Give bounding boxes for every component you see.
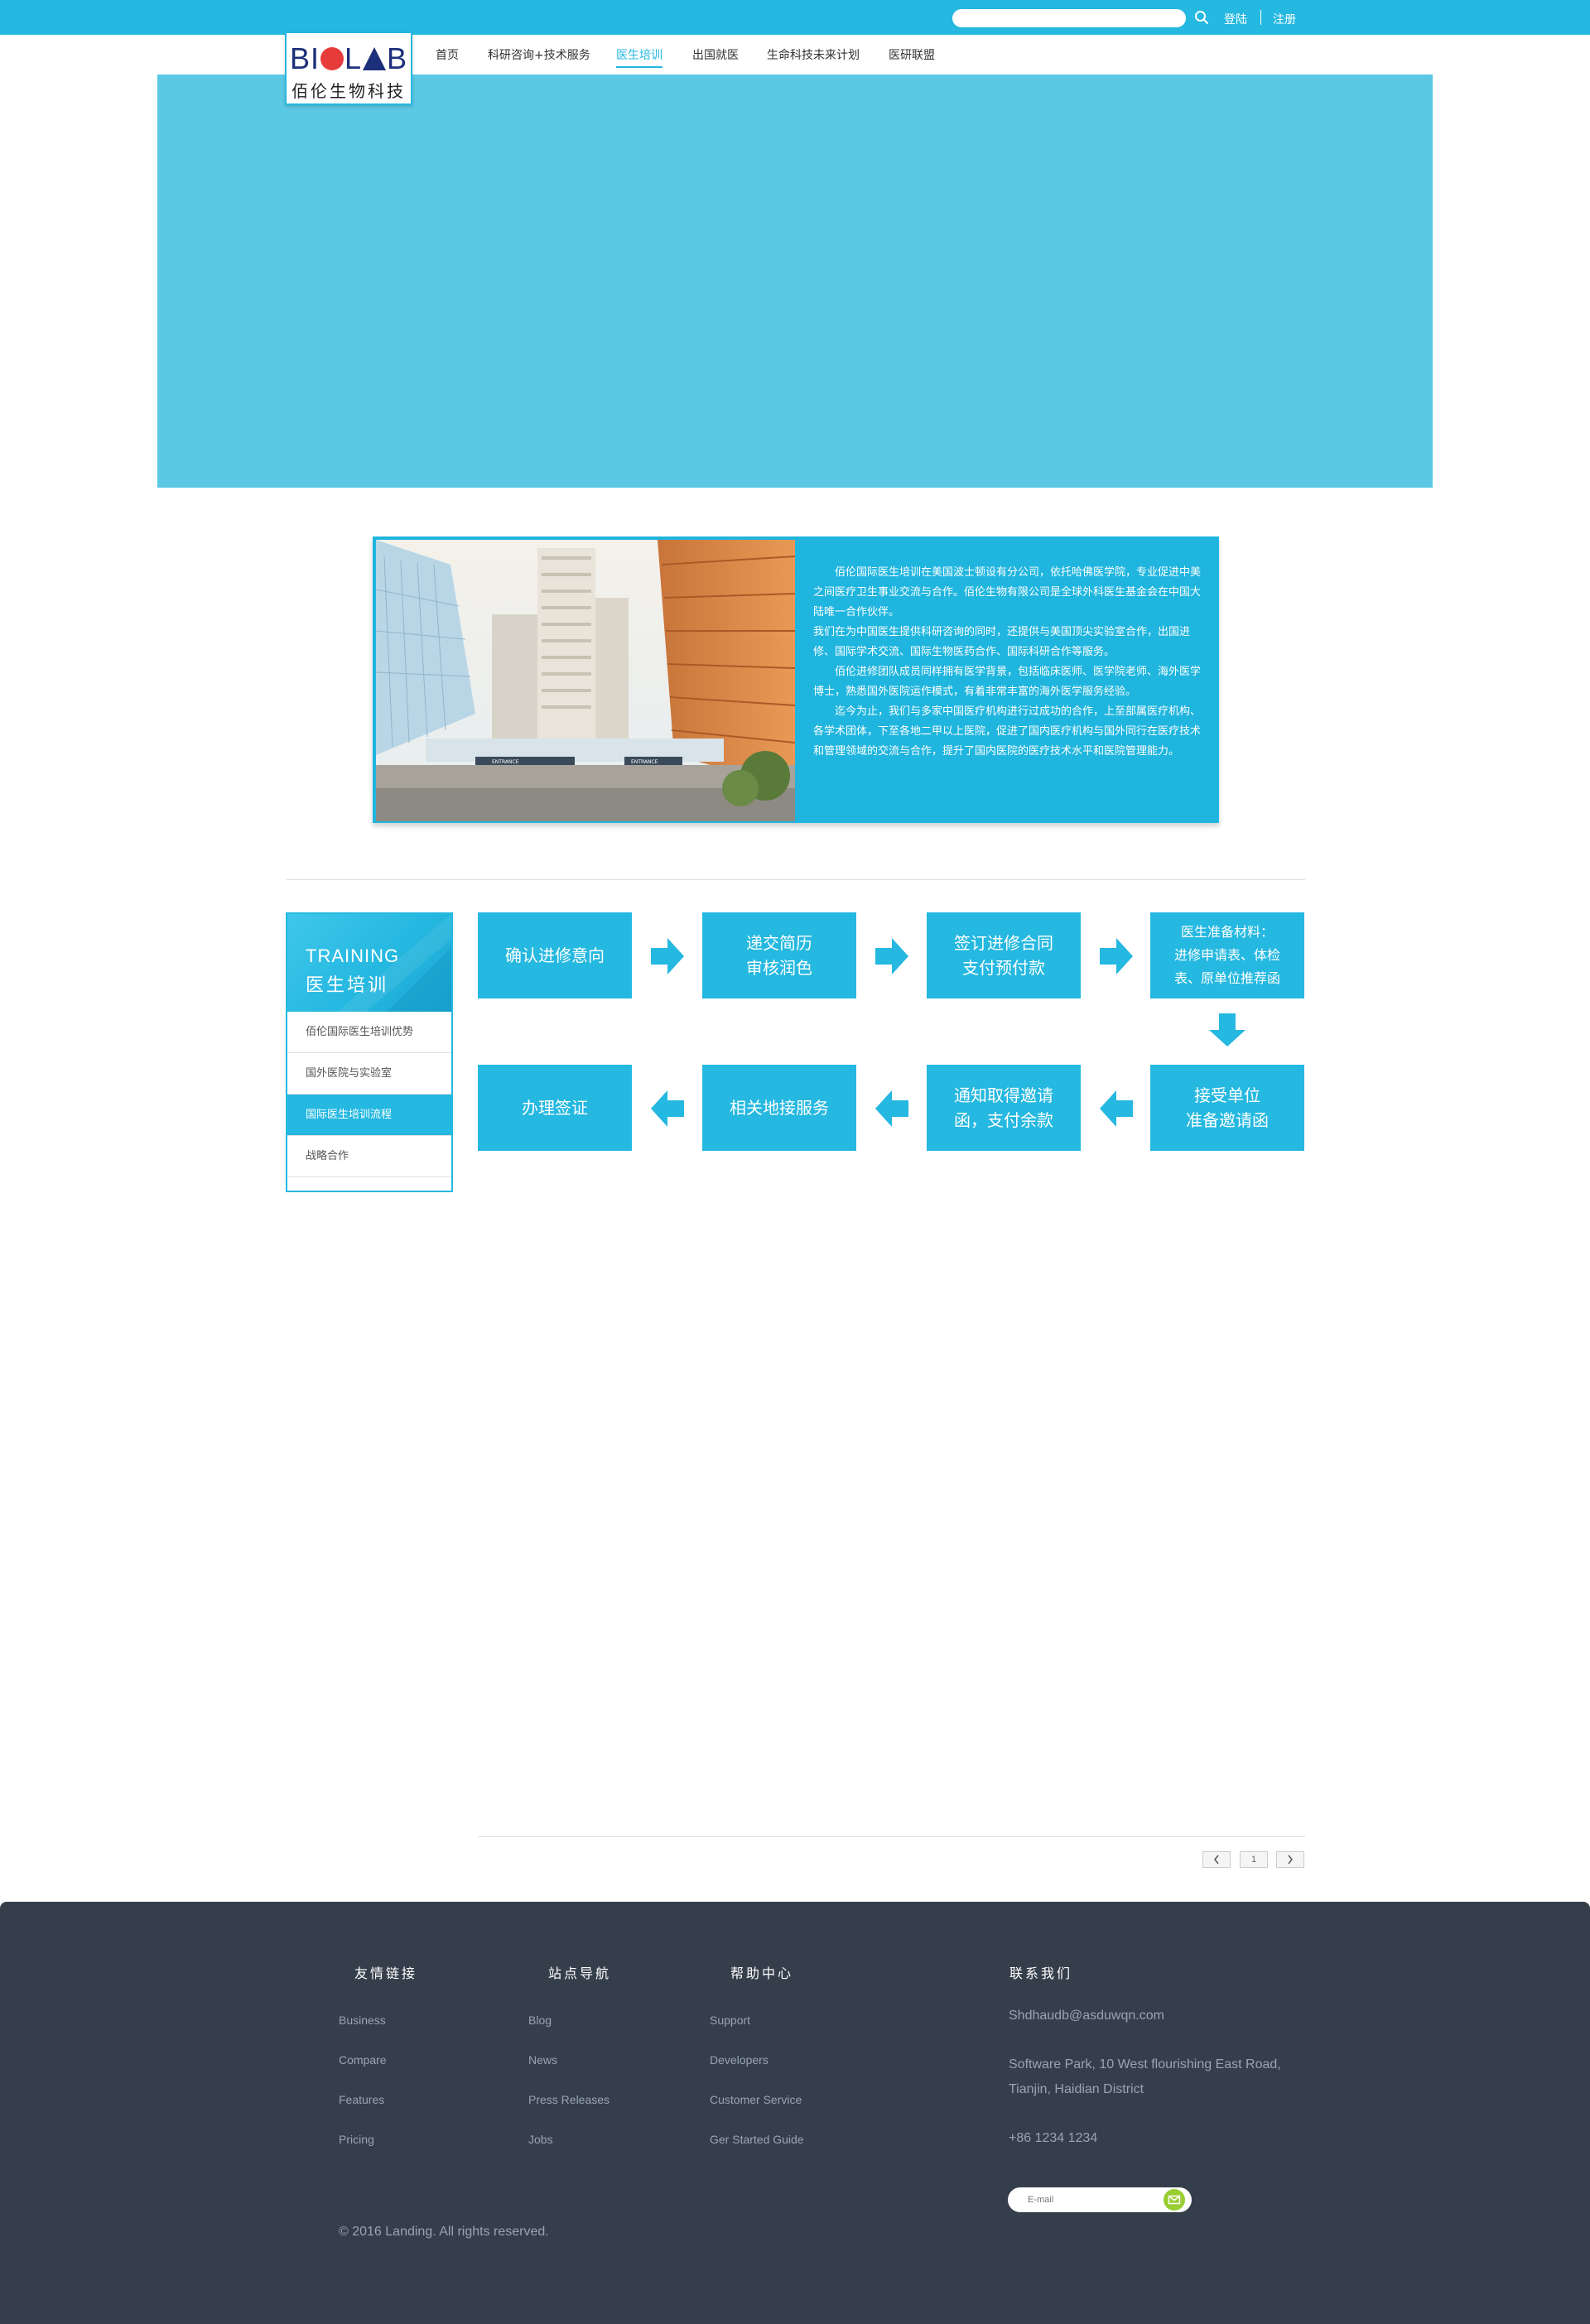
- arrow-right-icon: [651, 938, 684, 974]
- logo[interactable]: BI L B 佰伦生物科技: [285, 31, 412, 105]
- flow-step-6: 通知取得邀请 函，支付余款: [927, 1065, 1081, 1151]
- flow-step-2-line-1: 递交简历: [746, 933, 812, 953]
- footer-link-features[interactable]: Features: [339, 2093, 384, 2106]
- footer-link-press-releases[interactable]: Press Releases: [528, 2093, 610, 2106]
- register-link[interactable]: 注册: [1273, 11, 1296, 27]
- footer-contact-title: 联系我们: [1009, 1966, 1073, 1981]
- intro-paragraph-4: 迄今为止，我们与多家中国医疗机构进行过成功的合作，上至部属医疗机构、各学术团体，…: [813, 705, 1202, 758]
- footer-link-compare[interactable]: Compare: [339, 2053, 387, 2067]
- flow-step-3: 签订进修合同 支付预付款: [927, 912, 1081, 998]
- side-item-advantages[interactable]: 佰伦国际医生培训优势: [287, 1012, 451, 1053]
- search-input[interactable]: [952, 9, 1186, 27]
- flow-step-2: 递交简历 审核润色: [702, 912, 856, 998]
- email-field[interactable]: [1028, 2192, 1160, 2207]
- logo-subtitle: 佰伦生物科技: [292, 81, 406, 101]
- footer-contact-phone: +86 1234 1234: [1009, 2131, 1098, 2145]
- copyright: © 2016 Landing. All rights reserved.: [339, 2225, 549, 2239]
- footer-link-blog[interactable]: Blog: [528, 2014, 552, 2027]
- flow-step-6-line-2: 函，支付余款: [954, 1110, 1053, 1130]
- footer-link-business[interactable]: Business: [339, 2014, 386, 2027]
- footer-sitenav-title: 站点导航: [548, 1966, 612, 1981]
- nav-item-training[interactable]: 医生培训: [616, 46, 662, 63]
- intro-paragraph-2: 我们在为中国医生提供科研咨询的同时，还提供与美国顶尖实验室合作，出国进修、国际学…: [813, 626, 1191, 658]
- chevron-left-icon: [1214, 1855, 1219, 1864]
- pagination-page-1[interactable]: 1: [1240, 1851, 1268, 1868]
- hospital-sign-right: ENTRANCE: [631, 759, 658, 765]
- arrow-left-icon: [875, 1090, 908, 1127]
- footer: [0, 1902, 1590, 2324]
- side-item-hospitals[interactable]: 国外医院与实验室: [287, 1053, 451, 1095]
- section-divider: [287, 879, 1305, 880]
- nav-item-future-plan[interactable]: 生命科技未来计划: [767, 46, 860, 63]
- intro-text: 佰伦国际医生培训在美国波士顿设有分公司，依托哈佛医学院，专业促进中美之间医疗卫生…: [813, 563, 1202, 762]
- flow-step-8-text: 办理签证: [522, 1098, 588, 1118]
- flow-step-5-line-1: 接受单位: [1194, 1085, 1260, 1105]
- footer-link-support[interactable]: Support: [710, 2014, 750, 2027]
- nav-active-indicator: [616, 66, 662, 68]
- flow-step-7: 相关地接服务: [702, 1065, 856, 1151]
- footer-link-started-guide[interactable]: Ger Started Guide: [710, 2133, 804, 2146]
- footer-contact-address-2: Tianjin, Haidian District: [1009, 2082, 1144, 2096]
- pagination-divider: [478, 1836, 1305, 1837]
- flow-step-5-line-2: 准备邀请函: [1186, 1110, 1269, 1130]
- top-divider: [1260, 10, 1261, 25]
- flow-step-4: 医生准备材料： 进修申请表、体检 表、原单位推荐函: [1150, 912, 1304, 998]
- nav-item-research[interactable]: 科研咨询+技术服务: [488, 46, 590, 63]
- arrow-left-icon: [1100, 1090, 1133, 1127]
- nav-item-home[interactable]: 首页: [436, 46, 459, 63]
- flow-step-3-line-2: 支付预付款: [962, 958, 1045, 978]
- flow-step-6-line-1: 通知取得邀请: [954, 1085, 1053, 1105]
- footer-contact-email: Shdhaudb@asduwqn.com: [1009, 2009, 1164, 2023]
- top-bar: 登陆 注册: [0, 0, 1590, 35]
- intro-paragraph-3: 佰伦进修团队成员同样拥有医学背景，包括临床医师、医学院老师、海外医学博士，熟悉国…: [813, 666, 1202, 698]
- footer-help-title: 帮助中心: [730, 1966, 794, 1981]
- footer-link-pricing[interactable]: Pricing: [339, 2133, 374, 2146]
- intro-paragraph-1: 佰伦国际医生培训在美国波士顿设有分公司，依托哈佛医学院，专业促进中美之间医疗卫生…: [813, 566, 1202, 618]
- flow-step-3-line-1: 签订进修合同: [954, 933, 1053, 953]
- flow-step-2-line-2: 审核润色: [746, 958, 812, 978]
- hero-banner: [157, 75, 1433, 488]
- arrow-down-icon: [1209, 1013, 1246, 1047]
- subscribe-form: [1008, 2187, 1192, 2212]
- side-item-process[interactable]: 国际医生培训流程: [287, 1095, 451, 1136]
- footer-contact-address-1: Software Park, 10 West flourishing East …: [1009, 2057, 1281, 2071]
- side-menu-title-en: TRAINING: [306, 945, 400, 966]
- hospital-sign-left: ENTRANCE: [492, 759, 519, 765]
- nav-item-medical-travel[interactable]: 出国就医: [692, 46, 739, 63]
- footer-link-news[interactable]: News: [528, 2053, 557, 2067]
- footer-link-jobs[interactable]: Jobs: [528, 2133, 553, 2146]
- flow-step-5: 接受单位 准备邀请函: [1150, 1065, 1304, 1151]
- chevron-right-icon: [1288, 1855, 1293, 1864]
- arrow-right-icon: [875, 938, 908, 974]
- pagination-next-button[interactable]: [1276, 1851, 1304, 1868]
- footer-links-title: 友情链接: [354, 1966, 418, 1981]
- footer-link-customer-service[interactable]: Customer Service: [710, 2093, 802, 2106]
- hospital-image: ENTRANCE ENTRANCE: [376, 540, 795, 821]
- flow-step-8: 办理签证: [478, 1065, 632, 1151]
- subscribe-button[interactable]: [1164, 2189, 1185, 2211]
- side-menu: TRAINING 医生培训 佰伦国际医生培训优势 国外医院与实验室 国际医生培训…: [286, 912, 453, 1192]
- side-menu-title-cn: 医生培训: [306, 975, 389, 996]
- flow-step-7-text: 相关地接服务: [730, 1098, 829, 1118]
- side-item-cooperation[interactable]: 战略合作: [287, 1136, 451, 1177]
- search-icon[interactable]: [1194, 10, 1209, 25]
- arrow-right-icon: [1100, 938, 1133, 974]
- intro-panel: ENTRANCE ENTRANCE 佰伦国际医生培训在美国波士顿设有分公司，依托…: [373, 536, 1219, 823]
- flow-step-4-line-1: 医生准备材料：: [1180, 924, 1274, 940]
- flow-step-1-text: 确认进修意向: [505, 945, 605, 965]
- flow-step-4-line-3: 表、原单位推荐函: [1173, 970, 1280, 986]
- flow-step-4-line-2: 进修申请表、体检: [1173, 947, 1280, 963]
- side-menu-header: TRAINING 医生培训: [287, 914, 451, 1012]
- logo-wordmark: BI L B: [289, 41, 408, 75]
- flow-step-1: 确认进修意向: [478, 912, 632, 998]
- pagination-prev-button[interactable]: [1202, 1851, 1231, 1868]
- mail-icon: [1168, 2195, 1181, 2205]
- login-link[interactable]: 登陆: [1224, 11, 1247, 27]
- arrow-left-icon: [651, 1090, 684, 1127]
- footer-link-developers[interactable]: Developers: [710, 2053, 768, 2067]
- nav-item-alliance[interactable]: 医研联盟: [889, 46, 935, 63]
